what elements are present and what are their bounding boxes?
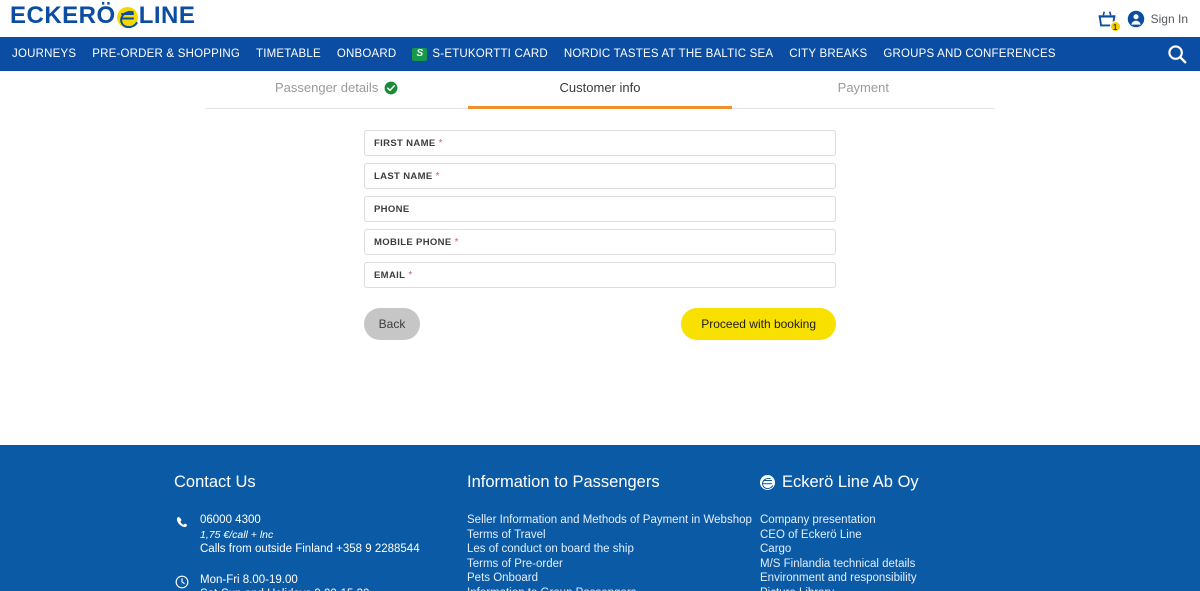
- search-icon[interactable]: [1166, 43, 1188, 65]
- sign-in-label: Sign In: [1150, 11, 1188, 26]
- footer-link[interactable]: Information to Group Passengers: [467, 586, 760, 591]
- nav-item-label: ONBOARD: [336, 48, 397, 60]
- footer-column-passengers: Information to Passengers Seller Informa…: [467, 473, 760, 591]
- nav-item-label: GROUPS AND CONFERENCES: [883, 48, 1056, 60]
- cart-count-badge: 1: [1109, 20, 1121, 32]
- footer-link[interactable]: Picture Library: [760, 586, 1053, 591]
- step-payment[interactable]: Payment: [732, 80, 995, 108]
- contact-phone-lines: 06000 4300 1,75 €/call + lnc Calls from …: [200, 513, 420, 557]
- last-name-label: LAST NAME: [374, 170, 433, 182]
- contact-hours-block: Mon-Fri 8.00-19.00 Sat-Sun and Holidays …: [174, 573, 467, 591]
- site-footer: Contact Us 06000 4300 1,75 €/call + lnc …: [0, 445, 1200, 591]
- email-field[interactable]: EMAIL *: [364, 262, 836, 288]
- step-customer-info[interactable]: Customer info: [468, 80, 732, 109]
- contact-hours-lines: Mon-Fri 8.00-19.00 Sat-Sun and Holidays …: [200, 573, 369, 591]
- company-title: Eckerö Line Ab Oy: [760, 473, 1053, 492]
- first-name-field[interactable]: FIRST NAME *: [364, 130, 836, 156]
- s-card-icon: [412, 47, 428, 61]
- footer-link[interactable]: Terms of Travel: [467, 528, 760, 543]
- main-navigation: JOURNEYS PRE-ORDER & SHOPPING TIMETABLE …: [0, 37, 1200, 71]
- footer-link[interactable]: Company presentation: [760, 513, 1053, 528]
- nav-item-label: JOURNEYS: [12, 48, 77, 60]
- logo-text-left: ECKERÖ: [10, 2, 116, 29]
- mobile-phone-label: MOBILE PHONE: [374, 236, 452, 248]
- check-circle-icon: [384, 81, 398, 95]
- nav-item-list: JOURNEYS PRE-ORDER & SHOPPING TIMETABLE …: [12, 47, 1056, 61]
- logo-text-right: LINE: [138, 2, 196, 29]
- contact-phone-block: 06000 4300 1,75 €/call + lnc Calls from …: [174, 513, 467, 557]
- nav-item-city-breaks[interactable]: CITY BREAKS: [789, 48, 867, 60]
- step-label: Passenger details: [274, 80, 379, 95]
- nav-item-label: CITY BREAKS: [789, 48, 868, 60]
- form-actions: Back Proceed with booking: [364, 308, 836, 340]
- footer-link[interactable]: Environment and responsibility: [760, 571, 1053, 586]
- site-logo[interactable]: ECKERÖ LINE: [10, 4, 195, 28]
- footer-link[interactable]: Seller Information and Methods of Paymen…: [467, 513, 760, 528]
- footer-column-contact: Contact Us 06000 4300 1,75 €/call + lnc …: [174, 473, 467, 591]
- sign-in-button[interactable]: Sign In: [1127, 10, 1188, 28]
- step-label: Customer info: [559, 80, 641, 95]
- step-passenger-details[interactable]: Passenger details: [205, 80, 468, 108]
- nav-item-groups-and-conferences[interactable]: GROUPS AND CONFERENCES: [883, 48, 1055, 60]
- footer-link[interactable]: Les of conduct on board the ship: [467, 542, 760, 557]
- nav-item-label: S-ETUKORTTI CARD: [432, 48, 548, 60]
- last-name-field[interactable]: LAST NAME *: [364, 163, 836, 189]
- first-name-label: FIRST NAME: [374, 137, 436, 149]
- top-bar: ECKERÖ LINE 1 Sign In: [0, 0, 1200, 37]
- footer-link[interactable]: Cargo: [760, 542, 1053, 557]
- company-title-text: Eckerö Line Ab Oy: [782, 473, 919, 491]
- phone-outside-finland: Calls from outside Finland +358 9 228854…: [200, 543, 420, 555]
- required-marker: *: [408, 269, 413, 281]
- required-marker: *: [438, 137, 443, 149]
- clock-icon: [175, 573, 190, 591]
- nav-item-nordic-tastes[interactable]: NORDIC TASTES AT THE BALTIC SEA: [564, 48, 773, 60]
- hours-weekend: Sat-Sun and Holidays 9.00-15.30: [200, 587, 369, 591]
- booking-steps: Passenger details Customer info Payment: [205, 71, 995, 109]
- email-label: EMAIL: [374, 269, 406, 281]
- customer-info-form: FIRST NAME * LAST NAME * PHONE MOBILE PH…: [364, 109, 836, 340]
- passengers-title: Information to Passengers: [467, 473, 660, 491]
- phone-rate: 1,75 €/call + lnc: [200, 528, 274, 541]
- nav-item-timetable[interactable]: TIMETABLE: [256, 48, 321, 60]
- back-button[interactable]: Back: [364, 308, 420, 340]
- footer-link[interactable]: CEO of Eckerö Line: [760, 528, 1053, 543]
- nav-item-label: PRE-ORDER & SHOPPING: [92, 48, 241, 60]
- nav-item-onboard[interactable]: ONBOARD: [337, 48, 397, 60]
- top-bar-right: 1 Sign In: [1096, 0, 1188, 37]
- user-avatar-icon: [1127, 10, 1145, 28]
- required-marker: *: [435, 170, 440, 182]
- basket-icon[interactable]: 1: [1096, 8, 1121, 32]
- contact-title: Contact Us: [174, 473, 256, 491]
- footer-link[interactable]: Pets Onboard: [467, 571, 760, 586]
- phone-label: PHONE: [374, 203, 410, 215]
- footer-link[interactable]: Terms of Pre-order: [467, 557, 760, 572]
- proceed-with-booking-button[interactable]: Proceed with booking: [681, 308, 836, 340]
- nav-item-journeys[interactable]: JOURNEYS: [12, 48, 76, 60]
- hours-weekday: Mon-Fri 8.00-19.00: [200, 573, 298, 586]
- phone-field[interactable]: PHONE: [364, 196, 836, 222]
- eckero-circle-icon: [760, 475, 775, 490]
- phone-number: 06000 4300: [200, 514, 261, 526]
- phone-icon: [175, 513, 190, 557]
- footer-columns: Contact Us 06000 4300 1,75 €/call + lnc …: [174, 445, 1054, 591]
- required-marker: *: [454, 236, 459, 248]
- nav-item-pre-order-shopping[interactable]: PRE-ORDER & SHOPPING: [92, 48, 240, 60]
- nav-item-label: TIMETABLE: [256, 48, 321, 60]
- step-label: Payment: [837, 80, 889, 95]
- footer-link[interactable]: M/S Finlandia technical details: [760, 557, 1053, 572]
- mobile-phone-field[interactable]: MOBILE PHONE *: [364, 229, 836, 255]
- footer-column-company: Eckerö Line Ab Oy Company presentation C…: [760, 473, 1053, 591]
- eckero-circle-icon: [116, 6, 138, 28]
- nav-item-s-etukortti-card[interactable]: S-ETUKORTTI CARD: [412, 47, 548, 61]
- nav-item-label: NORDIC TASTES AT THE BALTIC SEA: [563, 48, 774, 60]
- main-content: Passenger details Customer info Payment …: [0, 71, 1200, 445]
